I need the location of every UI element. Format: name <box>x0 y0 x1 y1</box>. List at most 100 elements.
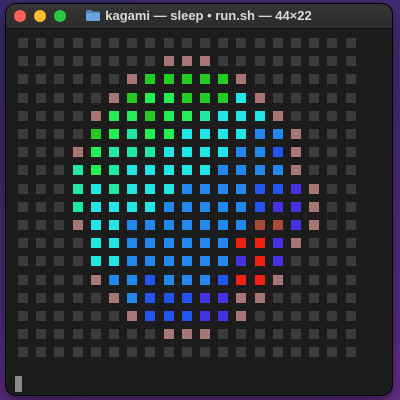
empty-cell <box>327 311 338 321</box>
empty-cell <box>36 329 47 340</box>
title-bar[interactable]: kagami — sleep • run.sh — 44×22 <box>6 4 392 29</box>
empty-cell <box>236 329 247 340</box>
pixel-cell <box>200 311 210 321</box>
pixel-cell <box>236 274 247 285</box>
pixel-cell <box>218 256 229 267</box>
pixel-cell <box>145 292 156 303</box>
empty-cell <box>54 92 65 103</box>
pixel-cell <box>181 238 192 249</box>
pixel-cell <box>218 311 229 321</box>
pixel-cell <box>127 311 138 321</box>
empty-cell <box>327 165 338 176</box>
empty-cell <box>272 38 283 48</box>
pixel-cell <box>145 256 156 267</box>
pixel-cell <box>145 110 156 121</box>
empty-cell <box>236 347 247 358</box>
empty-cell <box>54 38 65 48</box>
pixel-cell <box>254 238 265 249</box>
empty-cell <box>54 311 65 321</box>
empty-cell <box>127 38 138 48</box>
pixel-cell <box>309 183 320 194</box>
empty-cell <box>345 147 356 158</box>
empty-cell <box>72 256 83 267</box>
empty-cell <box>345 329 356 340</box>
empty-cell <box>54 147 65 158</box>
empty-cell <box>18 74 28 85</box>
pixel-cell <box>200 256 210 267</box>
pixel-cell <box>236 201 247 212</box>
empty-cell <box>90 329 101 340</box>
pixel-cell <box>90 110 101 121</box>
pixel-cell <box>109 92 119 103</box>
empty-cell <box>18 311 28 321</box>
pixel-cell <box>90 165 101 176</box>
pixel-cell <box>200 183 210 194</box>
pixel-cell <box>109 274 119 285</box>
empty-cell <box>36 56 47 67</box>
empty-cell <box>36 201 47 212</box>
pixel-cell <box>218 238 229 249</box>
pixel-cell <box>109 292 119 303</box>
empty-cell <box>72 311 83 321</box>
empty-cell <box>72 274 83 285</box>
pixel-cell <box>109 165 119 176</box>
pixel-cell <box>145 238 156 249</box>
empty-cell <box>145 329 156 340</box>
pixel-cell <box>200 56 210 67</box>
empty-cell <box>18 38 28 48</box>
empty-cell <box>291 38 301 48</box>
pixel-cell <box>90 274 101 285</box>
empty-cell <box>309 110 320 121</box>
empty-cell <box>145 38 156 48</box>
pixel-cell <box>163 274 174 285</box>
empty-cell <box>272 347 283 358</box>
empty-cell <box>145 56 156 67</box>
empty-cell <box>345 238 356 249</box>
pixel-cell <box>272 256 283 267</box>
pixel-cell <box>218 183 229 194</box>
pixel-cell <box>291 129 301 139</box>
empty-cell <box>345 256 356 267</box>
empty-cell <box>36 292 47 303</box>
empty-cell <box>72 74 83 85</box>
empty-cell <box>36 220 47 230</box>
empty-cell <box>127 347 138 358</box>
pixel-cell <box>90 183 101 194</box>
empty-cell <box>18 220 28 230</box>
empty-cell <box>90 74 101 85</box>
empty-cell <box>54 220 65 230</box>
empty-cell <box>272 92 283 103</box>
pixel-cell <box>254 220 265 230</box>
empty-cell <box>291 110 301 121</box>
pixel-cell <box>200 292 210 303</box>
pixel-cell <box>291 220 301 230</box>
empty-cell <box>327 92 338 103</box>
pixel-cell <box>163 147 174 158</box>
empty-cell <box>254 74 265 85</box>
empty-cell <box>309 256 320 267</box>
empty-cell <box>272 56 283 67</box>
empty-cell <box>327 347 338 358</box>
pixel-cell <box>145 147 156 158</box>
empty-cell <box>54 56 65 67</box>
empty-cell <box>327 238 338 249</box>
pixel-cell <box>236 238 247 249</box>
empty-cell <box>345 110 356 121</box>
empty-cell <box>54 329 65 340</box>
pixel-cell <box>127 92 138 103</box>
pixel-cell <box>127 183 138 194</box>
empty-cell <box>54 256 65 267</box>
empty-cell <box>345 220 356 230</box>
pixel-cell <box>127 74 138 85</box>
terminal-window: kagami — sleep • run.sh — 44×22 <box>6 4 392 395</box>
pixel-cell <box>218 292 229 303</box>
empty-cell <box>309 347 320 358</box>
pixel-cell <box>127 274 138 285</box>
empty-cell <box>36 147 47 158</box>
empty-cell <box>327 38 338 48</box>
empty-cell <box>72 129 83 139</box>
pixel-cell <box>200 110 210 121</box>
empty-cell <box>163 38 174 48</box>
empty-cell <box>309 165 320 176</box>
pixel-cell <box>181 74 192 85</box>
